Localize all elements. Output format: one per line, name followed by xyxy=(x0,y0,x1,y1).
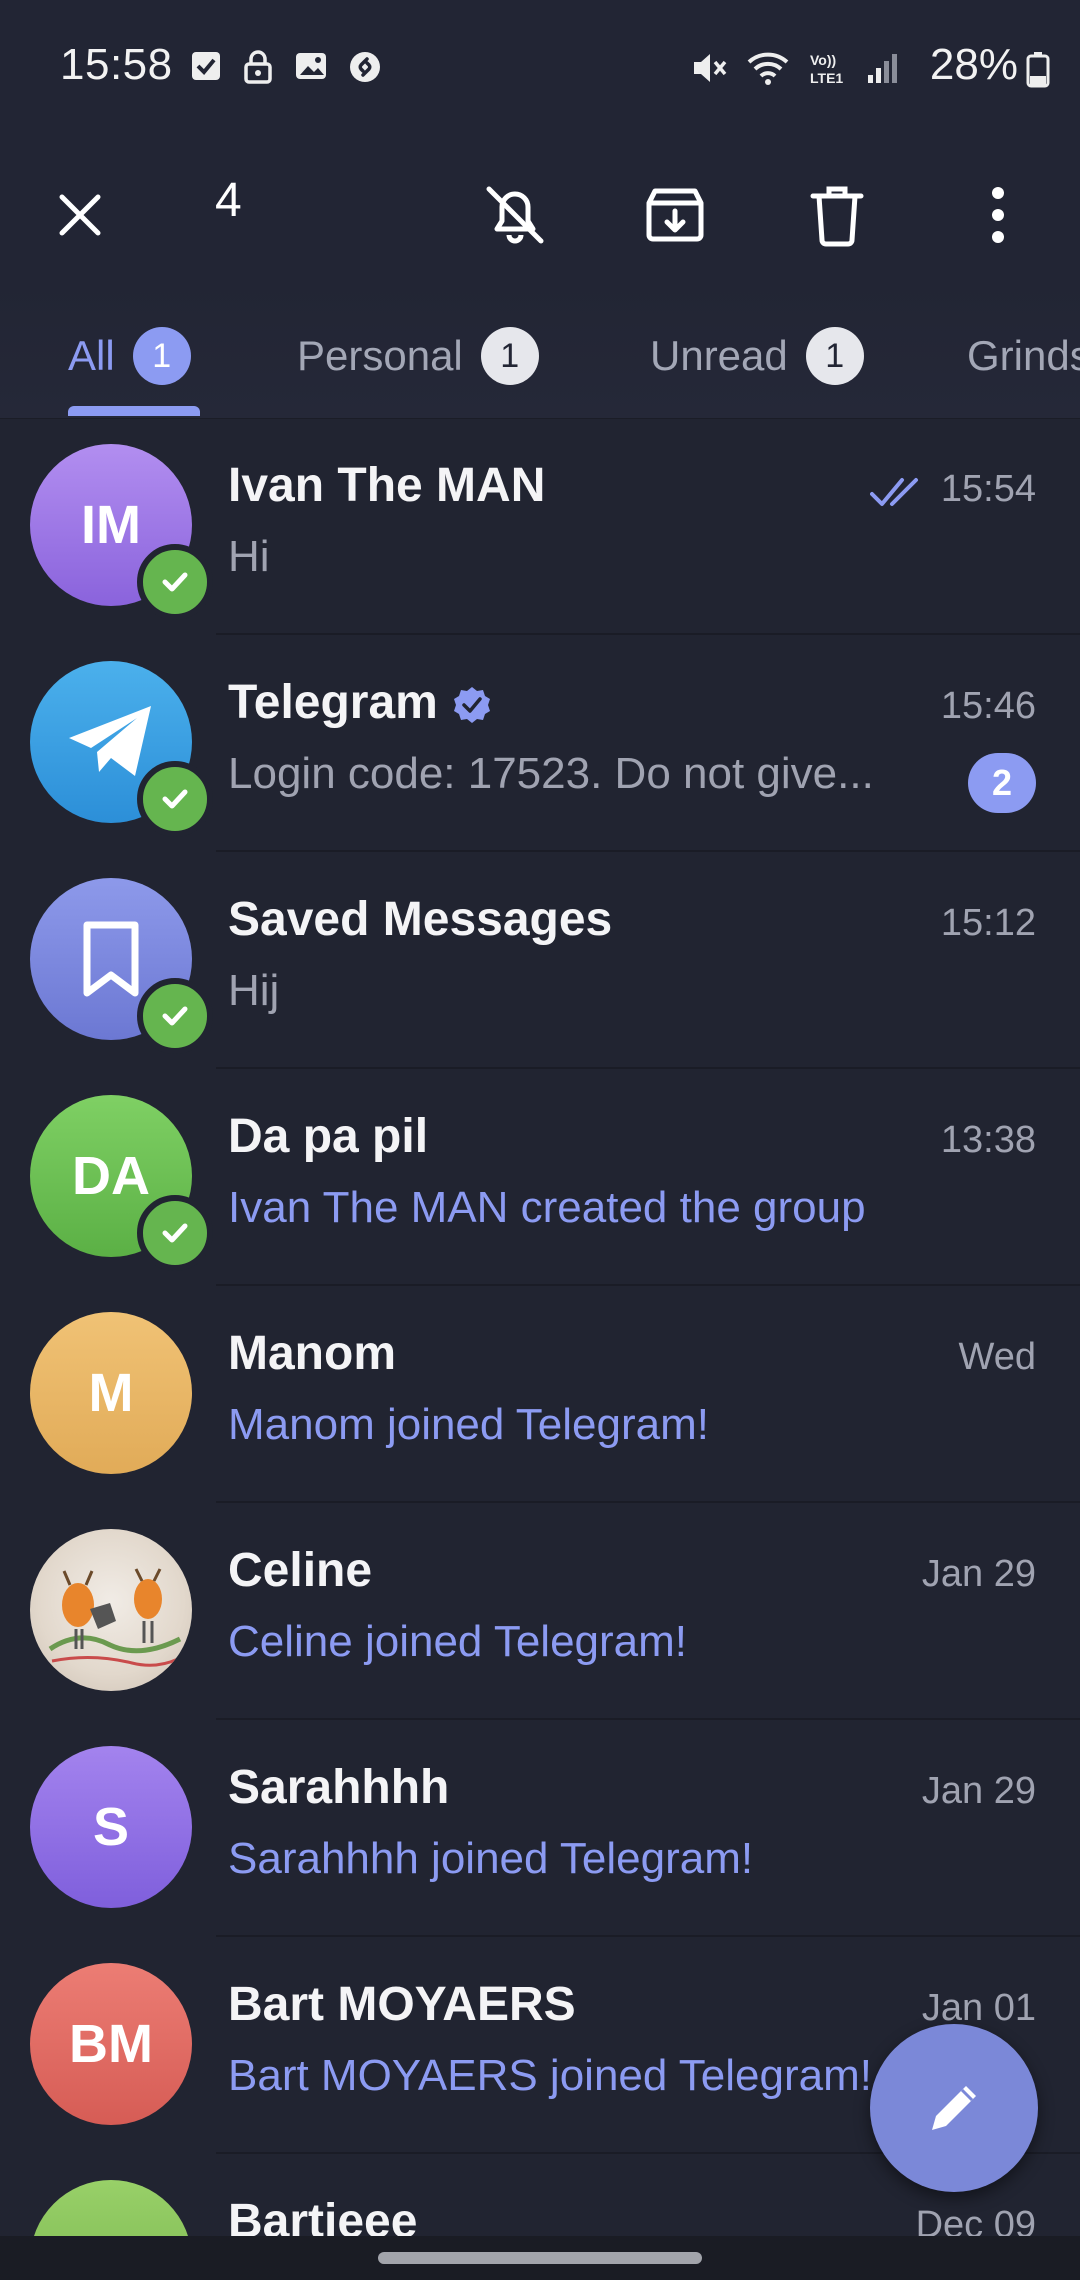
chat-time: Jan 01 xyxy=(921,1987,1036,2029)
tab-label: Unread xyxy=(650,332,788,379)
verified-badge-icon xyxy=(453,687,490,724)
navigation-bar xyxy=(0,2236,1080,2280)
chat-name: Ivan The MAN xyxy=(228,459,546,512)
folder-tabs: All 1 Personal 1 Unread 1 Grinds xyxy=(0,280,1080,419)
archive-icon xyxy=(646,188,704,242)
bookmark-icon xyxy=(83,921,139,997)
signal-status-icon xyxy=(868,54,897,83)
chat-row-manom[interactable]: M Manom Wed Manom joined Telegram! xyxy=(0,1286,1080,1503)
chat-name: Bart MOYAERS xyxy=(228,1978,576,2031)
avatar-initials: S xyxy=(92,1797,130,1857)
status-system-icons: Vo)) LTE1 xyxy=(690,50,900,86)
chat-row-celine[interactable]: Celine Jan 29 Celine joined Telegram! xyxy=(0,1503,1080,1720)
chat-time: 15:12 xyxy=(940,902,1036,944)
chat-row-telegram[interactable]: Telegram 15:46 Login code: 17523. Do not… xyxy=(0,635,1080,852)
close-icon xyxy=(59,194,101,236)
chat-row-saved-messages[interactable]: Saved Messages 15:12 Hij xyxy=(0,852,1080,1069)
chat-time: 15:46 xyxy=(940,685,1036,727)
status-time: 15:58 xyxy=(60,40,173,89)
chat-preview: Celine joined Telegram! xyxy=(228,1617,688,1666)
chat-name: Telegram xyxy=(228,675,492,730)
avatar: BM xyxy=(30,1963,192,2125)
checkbox-notification-icon xyxy=(192,52,220,80)
selected-check-icon xyxy=(137,978,213,1054)
chat-name: Celine xyxy=(228,1544,373,1597)
status-bar: 15:58 Vo)) LTE1 28% xyxy=(0,0,1080,140)
chat-time: 13:38 xyxy=(940,1119,1036,1161)
chat-name: Saved Messages xyxy=(228,893,613,946)
status-notification-icons xyxy=(190,50,382,84)
volte-status-icon: Vo)) LTE1 xyxy=(810,52,843,86)
selected-count: 4 xyxy=(215,174,242,227)
tab-grinds[interactable]: Grinds xyxy=(967,328,1080,384)
selected-check-icon xyxy=(137,544,213,620)
telegram-app: 15:58 Vo)) LTE1 28% 4 All 1 Personal 1 U… xyxy=(0,0,1080,2280)
selection-toolbar: 4 xyxy=(0,140,1080,280)
tab-label: Grinds xyxy=(967,332,1080,379)
avatar-initials: DA xyxy=(72,1146,150,1206)
chat-time: Jan 29 xyxy=(921,1553,1036,1595)
selected-check-icon xyxy=(137,761,213,837)
chat-name-text: Telegram xyxy=(228,676,438,729)
selected-check-icon xyxy=(137,1195,213,1271)
tab-badge: 1 xyxy=(480,327,539,385)
delete-button[interactable] xyxy=(797,175,877,255)
chat-preview: Hi xyxy=(228,532,270,581)
delete-icon xyxy=(810,186,864,247)
chat-name: Manom xyxy=(228,1327,396,1380)
battery-icon xyxy=(1026,52,1050,88)
chat-list: IM Ivan The MAN 15:54 Hi Telegram 15:46 … xyxy=(0,418,1080,2280)
svg-text:LTE1: LTE1 xyxy=(810,70,843,86)
avatar-initials: M xyxy=(88,1363,134,1423)
active-tab-indicator xyxy=(68,406,200,416)
tab-personal[interactable]: Personal 1 xyxy=(297,327,539,385)
tab-badge: 1 xyxy=(805,327,864,385)
tab-all[interactable]: All 1 xyxy=(68,327,191,385)
read-ticks-icon xyxy=(870,478,918,506)
gallery-notification-icon xyxy=(296,53,326,79)
chat-time: 15:54 xyxy=(940,468,1036,510)
chat-preview: Manom joined Telegram! xyxy=(228,1400,709,1449)
mute-status-icon xyxy=(694,54,727,82)
mute-icon xyxy=(486,186,544,244)
chat-preview: Login code: 17523. Do not give... xyxy=(228,749,874,798)
tab-badge: 1 xyxy=(132,327,191,385)
svg-text:Vo)): Vo)) xyxy=(810,52,836,68)
battery-percent: 28% xyxy=(929,40,1018,89)
telegram-plane-icon xyxy=(69,706,151,776)
chat-name: Da pa pil xyxy=(228,1110,429,1163)
chat-preview: Ivan The MAN created the group xyxy=(228,1183,866,1232)
chat-preview: Hij xyxy=(228,966,280,1015)
avatar-initials: IM xyxy=(81,495,141,555)
chat-row-da-pa-pil[interactable]: DA Da pa pil 13:38 Ivan The MAN created … xyxy=(0,1069,1080,1286)
chat-name: Sarahhhh xyxy=(228,1761,450,1814)
chat-row-ivan-the-man[interactable]: IM Ivan The MAN 15:54 Hi xyxy=(0,418,1080,635)
tab-label: Personal xyxy=(297,332,463,379)
avatar: M xyxy=(30,1312,192,1474)
new-message-button[interactable] xyxy=(870,2024,1038,2192)
avatar-initials: BM xyxy=(69,2014,153,2074)
archive-button[interactable] xyxy=(635,175,715,255)
tab-label: All xyxy=(68,332,115,379)
pencil-icon xyxy=(932,2086,976,2130)
shazam-notification-icon xyxy=(350,52,380,82)
chat-preview: Sarahhhh joined Telegram! xyxy=(228,1834,754,1883)
avatar: S xyxy=(30,1746,192,1908)
chat-row-sarahhhh[interactable]: S Sarahhhh Jan 29 Sarahhhh joined Telegr… xyxy=(0,1720,1080,1937)
more-options-button[interactable] xyxy=(958,175,1038,255)
unread-count-badge: 2 xyxy=(968,753,1036,813)
wifi-status-icon xyxy=(747,52,789,85)
avatar-photo xyxy=(30,1529,192,1691)
mute-button[interactable] xyxy=(475,175,555,255)
lock-notification-icon xyxy=(244,50,272,84)
more-icon xyxy=(992,187,1004,243)
chat-preview: Bart MOYAERS joined Telegram! xyxy=(228,2051,872,2100)
chat-time: Jan 29 xyxy=(921,1770,1036,1812)
home-gesture-handle[interactable] xyxy=(378,2252,702,2264)
chat-time: Wed xyxy=(958,1336,1036,1378)
tab-unread[interactable]: Unread 1 xyxy=(650,327,864,385)
drawing-photo-icon xyxy=(48,1568,182,1667)
close-selection-button[interactable] xyxy=(40,175,120,255)
